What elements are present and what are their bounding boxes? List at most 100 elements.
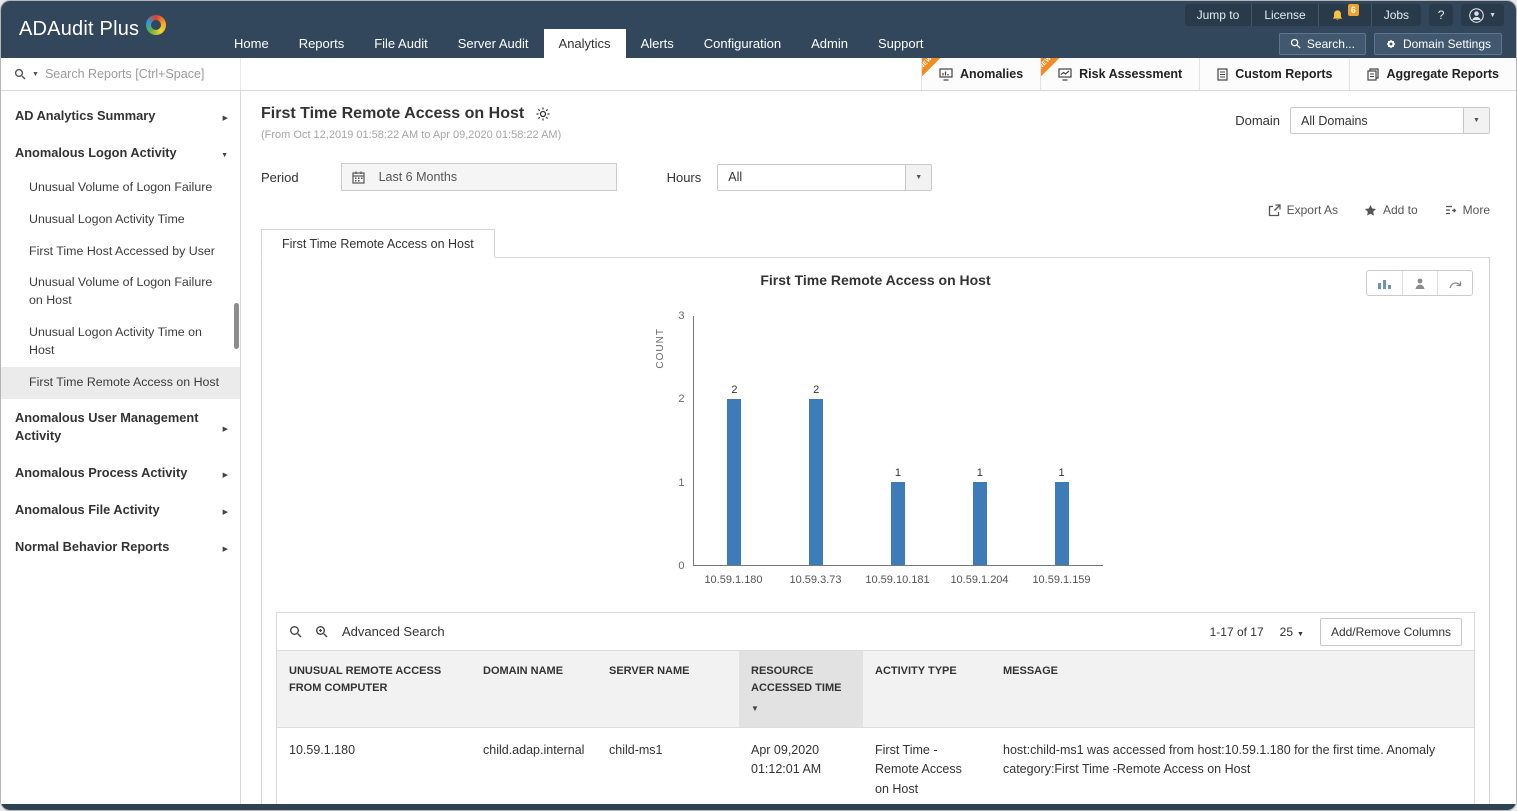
- jobs-label: Jobs: [1383, 8, 1410, 22]
- report-tab[interactable]: First Time Remote Access on Host: [261, 229, 495, 258]
- sidebar-scrollbar[interactable]: [234, 303, 239, 349]
- chevron-down-icon[interactable]: [32, 71, 39, 78]
- nav-reports[interactable]: Reports: [284, 29, 360, 58]
- period-picker[interactable]: Last 6 Months: [340, 163, 617, 191]
- sidebar-item-anomalous-user-management[interactable]: Anomalous User Management Activity: [1, 399, 240, 454]
- table-row[interactable]: 10.59.1.180 child.adap.internal child-ms…: [277, 727, 1474, 810]
- chevron-down-icon[interactable]: [1463, 108, 1489, 133]
- chevron-right-icon: [223, 501, 228, 518]
- jobs-link[interactable]: Jobs: [1370, 4, 1421, 26]
- chart-toolbar: [1366, 270, 1473, 296]
- help-button[interactable]: ?: [1429, 4, 1454, 26]
- bar-slot: 2: [775, 316, 857, 565]
- sidebar-item-ad-analytics-summary[interactable]: AD Analytics Summary: [1, 97, 240, 134]
- sidebar-item-label: Anomalous User Management Activity: [15, 410, 199, 443]
- add-remove-columns-button[interactable]: Add/Remove Columns: [1319, 617, 1462, 646]
- tab-label: Aggregate Reports: [1386, 67, 1499, 81]
- advanced-search-link[interactable]: Advanced Search: [342, 624, 445, 639]
- global-search-button[interactable]: Search...: [1278, 32, 1366, 55]
- column-header-message[interactable]: MESSAGE: [991, 650, 1474, 728]
- more-label: More: [1462, 203, 1490, 217]
- nav-support[interactable]: Support: [863, 29, 939, 58]
- sidebar-subitem-unusual-volume-logon-failure[interactable]: Unusual Volume of Logon Failure: [1, 172, 240, 204]
- more-button[interactable]: More: [1444, 203, 1490, 217]
- sidebar-subitem-unusual-logon-activity-time[interactable]: Unusual Logon Activity Time: [1, 204, 240, 236]
- y-tick-label: 0: [678, 560, 685, 572]
- bar[interactable]: [1054, 482, 1069, 565]
- column-header-server-name[interactable]: SERVER NAME: [597, 650, 739, 728]
- jump-to-label: Jump to: [1196, 8, 1240, 22]
- app-logo[interactable]: ADAudit Plus: [1, 1, 209, 58]
- nav-configuration[interactable]: Configuration: [689, 29, 796, 58]
- license-link[interactable]: License: [1251, 4, 1317, 26]
- nav-file-audit[interactable]: File Audit: [359, 29, 442, 58]
- column-header-computer[interactable]: UNUSUAL REMOTE ACCESS FROM COMPUTER: [277, 650, 471, 728]
- domain-dropdown[interactable]: All Domains: [1290, 107, 1490, 134]
- sun-icon[interactable]: [536, 107, 550, 121]
- nav-home[interactable]: Home: [219, 29, 284, 58]
- sidebar-item-anomalous-file-activity[interactable]: Anomalous File Activity: [1, 491, 240, 528]
- sidebar-item-label: Anomalous File Activity: [15, 502, 160, 518]
- sidebar-subitem-first-time-host-accessed[interactable]: First Time Host Accessed by User: [1, 236, 240, 268]
- cell-computer: 10.59.1.180: [277, 727, 471, 810]
- tab-anomalies[interactable]: NEW Anomalies: [920, 58, 1041, 90]
- bar[interactable]: [727, 399, 742, 565]
- trend-view-button[interactable]: [1437, 271, 1472, 295]
- sidebar-item-label: AD Analytics Summary: [15, 108, 156, 123]
- search-icon[interactable]: [289, 625, 302, 638]
- avatar-icon: [1469, 7, 1484, 23]
- tab-custom-reports[interactable]: Custom Reports: [1199, 58, 1350, 90]
- bar-value-label: 1: [894, 467, 902, 479]
- export-as-button[interactable]: Export As: [1268, 203, 1338, 217]
- page-title: First Time Remote Access on Host: [261, 105, 525, 122]
- cell-time: Apr 09,2020 01:12:01 AM: [739, 727, 863, 810]
- tab-aggregate-reports[interactable]: Aggregate Reports: [1349, 58, 1516, 90]
- nav-analytics[interactable]: Analytics: [543, 29, 626, 58]
- global-search-label: Search...: [1306, 36, 1355, 51]
- column-header-resource-accessed-time[interactable]: RESOURCE ACCESSED TIME: [739, 650, 863, 728]
- nav-admin[interactable]: Admin: [796, 29, 863, 58]
- nav-alerts[interactable]: Alerts: [626, 29, 689, 58]
- sidebar-subitem-first-time-remote-access[interactable]: First Time Remote Access on Host: [1, 367, 240, 400]
- bar-value-label: 1: [1058, 467, 1065, 479]
- domain-settings-button[interactable]: Domain Settings: [1373, 32, 1502, 55]
- column-header-activity-type[interactable]: ACTIVITY TYPE: [863, 650, 991, 728]
- user-view-button[interactable]: [1402, 271, 1437, 295]
- sidebar-item-anomalous-logon-activity[interactable]: Anomalous Logon Activity: [1, 134, 240, 171]
- sidebar-item-anomalous-process-activity[interactable]: Anomalous Process Activity: [1, 454, 240, 491]
- report-search-input[interactable]: [44, 67, 205, 81]
- add-to-button[interactable]: Add to: [1364, 203, 1418, 217]
- search-icon[interactable]: [14, 68, 26, 80]
- hours-dropdown[interactable]: All: [717, 163, 933, 191]
- user-menu[interactable]: [1461, 4, 1504, 26]
- bar[interactable]: [972, 482, 987, 565]
- y-tick-label: 3: [678, 310, 685, 322]
- chevron-right-icon: [223, 418, 228, 435]
- main-nav-row: Home Reports File Audit Server Audit Ana…: [209, 29, 1516, 58]
- analytics-tabs: NEW Anomalies NEW Risk Assessment Custom…: [920, 58, 1516, 90]
- cell-domain: child.adap.internal: [471, 727, 597, 810]
- bar[interactable]: [809, 399, 824, 565]
- jump-to-link[interactable]: Jump to: [1185, 4, 1252, 26]
- chevron-right-icon: [223, 464, 228, 481]
- column-header-domain-name[interactable]: DOMAIN NAME: [471, 650, 597, 728]
- tab-risk-assessment[interactable]: NEW Risk Assessment: [1040, 58, 1200, 90]
- advanced-search-icon[interactable]: [315, 625, 329, 638]
- anomalies-icon: [939, 67, 953, 81]
- sidebar-subitem-unusual-logon-activity-time-host[interactable]: Unusual Logon Activity Time on Host: [1, 317, 240, 367]
- page-size-dropdown[interactable]: 25: [1280, 625, 1304, 639]
- sidebar-item-label: Anomalous Process Activity: [15, 464, 188, 480]
- chevron-down-icon: [1489, 12, 1496, 19]
- cell-message: host:child-ms1 was accessed from host:10…: [991, 727, 1474, 810]
- hours-value: All: [728, 170, 743, 184]
- chevron-down-icon[interactable]: [905, 164, 932, 190]
- sort-caret-icon[interactable]: [751, 703, 851, 715]
- sidebar-item-normal-behavior-reports[interactable]: Normal Behavior Reports: [1, 528, 240, 565]
- bar-chart-view-button[interactable]: [1367, 271, 1402, 295]
- notifications-button[interactable]: 6: [1317, 4, 1371, 26]
- nav-server-audit[interactable]: Server Audit: [443, 29, 544, 58]
- sidebar-subitem-unusual-volume-logon-failure-host[interactable]: Unusual Volume of Logon Failure on Host: [1, 267, 240, 317]
- bar[interactable]: [890, 482, 905, 565]
- tab-label: Custom Reports: [1235, 67, 1333, 81]
- domain-label: Domain: [1235, 113, 1280, 128]
